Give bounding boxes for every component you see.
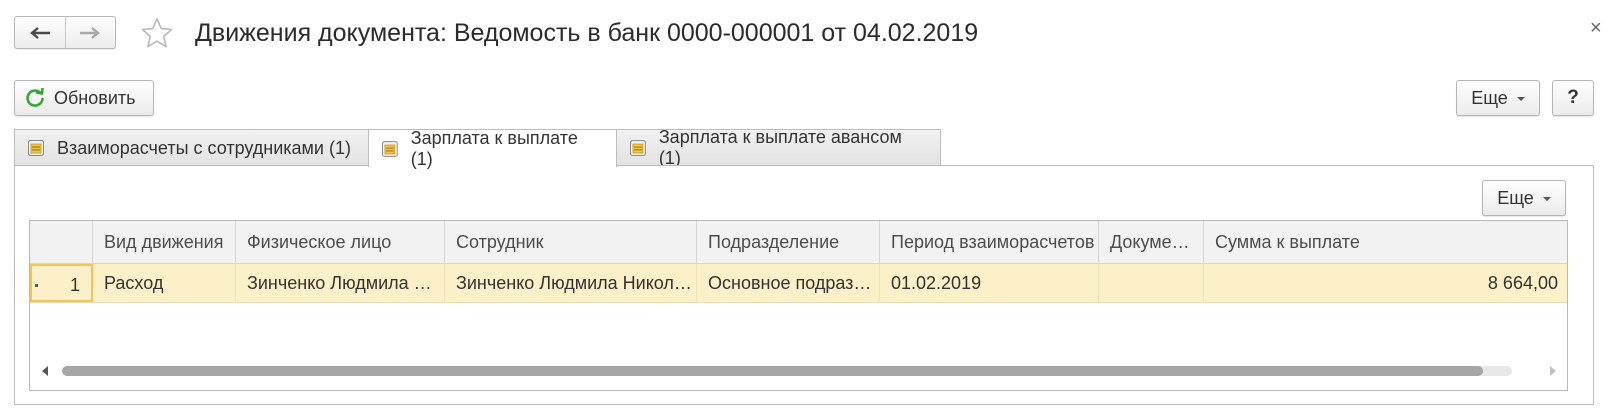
tab-salary-advance[interactable]: Зарплата к выплате авансом (1): [616, 127, 941, 168]
document-cell[interactable]: [1099, 264, 1204, 302]
scroll-left-icon[interactable]: [42, 366, 48, 376]
chevron-down-icon: [1516, 97, 1525, 101]
star-icon[interactable]: [140, 17, 174, 49]
register-icon: [381, 140, 398, 157]
more-label: Еще: [1471, 87, 1508, 108]
tab-label: Взаиморасчеты с сотрудниками (1): [57, 137, 351, 158]
horizontal-scrollbar[interactable]: [38, 364, 1560, 378]
back-button[interactable]: [15, 17, 65, 48]
forward-button[interactable]: [64, 17, 116, 48]
column-header-amount[interactable]: Сумма к выплате: [1204, 221, 1567, 264]
scroll-thumb[interactable]: [62, 366, 1483, 376]
column-header-period[interactable]: Период взаиморасчетов: [880, 221, 1099, 264]
column-header-employee[interactable]: Сотрудник: [445, 221, 697, 264]
arrow-right-icon: [80, 26, 101, 39]
column-header-movement-type[interactable]: Вид движения: [93, 221, 236, 264]
tab-salary-payable[interactable]: Зарплата к выплате (1): [368, 127, 617, 169]
help-label: ?: [1567, 87, 1579, 108]
employee-cell[interactable]: Зинченко Людмила Никол…: [445, 264, 697, 302]
tab-label: Зарплата к выплате авансом (1): [658, 127, 902, 168]
help-button[interactable]: ?: [1552, 80, 1594, 116]
row-number: 1: [69, 275, 80, 295]
period-cell[interactable]: 01.02.2019: [880, 264, 1099, 302]
register-icon: [629, 140, 646, 156]
chevron-down-icon: [1542, 197, 1551, 201]
current-row-marker: [35, 284, 38, 287]
tab-employee-settlements[interactable]: Взаиморасчеты с сотрудниками (1): [14, 129, 369, 166]
table-more-button[interactable]: Еще: [1482, 180, 1566, 216]
department-cell[interactable]: Основное подраз…: [697, 264, 880, 302]
register-table[interactable]: Вид движения Физическое лицо Сотрудник П…: [29, 220, 1568, 391]
refresh-button[interactable]: Обновить: [14, 80, 154, 116]
column-header-document[interactable]: Докуме…: [1099, 221, 1204, 264]
register-tabs: Взаиморасчеты с сотрудниками (1) Зарплат…: [14, 127, 941, 169]
table-header: Вид движения Физическое лицо Сотрудник П…: [30, 221, 1567, 264]
scroll-right-icon[interactable]: [1550, 366, 1556, 376]
page-title: Движения документа: Ведомость в банк 000…: [195, 19, 979, 47]
table-row[interactable]: 1 Расход Зинченко Людмила … Зинченко Люд…: [30, 264, 1567, 303]
row-number-cell[interactable]: 1: [30, 264, 93, 302]
navigation-buttons: [14, 16, 116, 49]
register-icon: [28, 140, 44, 156]
close-button[interactable]: ×: [1590, 18, 1602, 38]
refresh-label: Обновить: [54, 87, 136, 108]
person-cell[interactable]: Зинченко Людмила …: [236, 264, 445, 302]
column-header-department[interactable]: Подразделение: [697, 221, 880, 264]
arrow-left-icon: [29, 26, 50, 39]
column-header-person[interactable]: Физическое лицо: [236, 221, 445, 264]
column-header-number[interactable]: [30, 221, 93, 264]
movement-type-cell[interactable]: Расход: [93, 264, 236, 302]
more-label: Еще: [1497, 187, 1534, 208]
amount-cell[interactable]: 8 664,00: [1204, 264, 1567, 302]
more-button[interactable]: Еще: [1456, 80, 1540, 116]
tab-label: Зарплата к выплате (1): [410, 127, 578, 169]
refresh-icon: [26, 88, 44, 107]
